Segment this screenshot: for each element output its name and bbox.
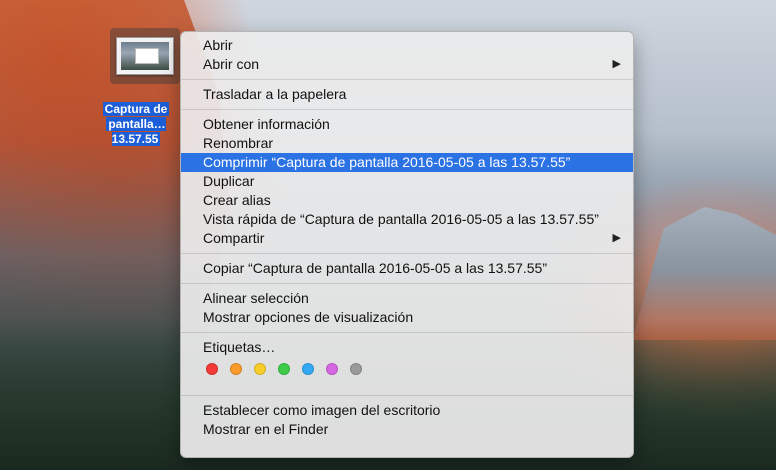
tag-blue-dot[interactable] [302,363,314,375]
menu-item-label: Abrir con [203,56,260,72]
tag-orange-dot[interactable] [230,363,242,375]
menu-item-alinear-seleccion[interactable]: Alinear selección [181,289,633,308]
menu-item-label: Mostrar en el Finder [203,421,329,437]
menu-item-compartir[interactable]: Compartir ▶ [181,229,633,248]
file-label[interactable]: Captura de pantalla…13.57.55 [88,102,184,147]
menu-item-label: Alinear selección [203,290,309,306]
menu-item-mostrar-finder[interactable]: Mostrar en el Finder [181,420,633,439]
tag-green-dot[interactable] [278,363,290,375]
menu-item-label: Etiquetas… [203,339,276,355]
menu-item-opciones-visualizacion[interactable]: Mostrar opciones de visualización [181,308,633,327]
image-thumbnail-icon [116,37,174,75]
menu-item-copiar[interactable]: Copiar “Captura de pantalla 2016-05-05 a… [181,259,633,278]
menu-item-abrir-con[interactable]: Abrir con ▶ [181,55,633,74]
menu-item-label: Trasladar a la papelera [203,86,347,102]
file-label-line1: Captura de [102,102,170,116]
menu-item-label: Comprimir “Captura de pantalla 2016-05-0… [203,154,571,170]
menu-item-label: Copiar “Captura de pantalla 2016-05-05 a… [203,260,548,276]
menu-item-label: Mostrar opciones de visualización [203,309,414,325]
tag-color-row [181,357,633,381]
menu-separator [181,253,633,254]
file-label-line2: pantalla…13.57.55 [106,117,166,146]
menu-separator [181,395,633,396]
menu-item-imagen-escritorio[interactable]: Establecer como imagen del escritorio [181,401,633,420]
menu-separator [181,283,633,284]
screenshot-file-icon[interactable] [110,28,180,84]
menu-item-label: Obtener información [203,116,330,132]
menu-separator [181,109,633,110]
wallpaper-mountain [632,207,776,340]
menu-item-crear-alias[interactable]: Crear alias [181,191,633,210]
menu-item-label: Vista rápida de “Captura de pantalla 201… [203,211,599,227]
menu-separator [181,79,633,80]
menu-item-obtener-informacion[interactable]: Obtener información [181,115,633,134]
menu-item-comprimir[interactable]: Comprimir “Captura de pantalla 2016-05-0… [181,153,633,172]
submenu-arrow-icon: ▶ [612,58,621,70]
menu-item-label: Renombrar [203,135,274,151]
menu-item-abrir[interactable]: Abrir [181,36,633,55]
menu-item-vista-rapida[interactable]: Vista rápida de “Captura de pantalla 201… [181,210,633,229]
tag-gray-dot[interactable] [350,363,362,375]
menu-item-duplicar[interactable]: Duplicar [181,172,633,191]
tag-red-dot[interactable] [206,363,218,375]
menu-item-label: Duplicar [203,173,255,189]
tag-yellow-dot[interactable] [254,363,266,375]
menu-item-label: Crear alias [203,192,271,208]
menu-separator [181,332,633,333]
menu-item-label: Abrir [203,37,233,53]
menu-item-etiquetas[interactable]: Etiquetas… [181,338,633,357]
submenu-arrow-icon: ▶ [612,232,621,244]
tag-purple-dot[interactable] [326,363,338,375]
menu-item-label: Compartir [203,230,265,246]
menu-item-renombrar[interactable]: Renombrar [181,134,633,153]
menu-item-trasladar-papelera[interactable]: Trasladar a la papelera [181,85,633,104]
context-menu: Abrir Abrir con ▶ Trasladar a la papelera… [180,31,634,458]
menu-item-label: Establecer como imagen del escritorio [203,402,441,418]
